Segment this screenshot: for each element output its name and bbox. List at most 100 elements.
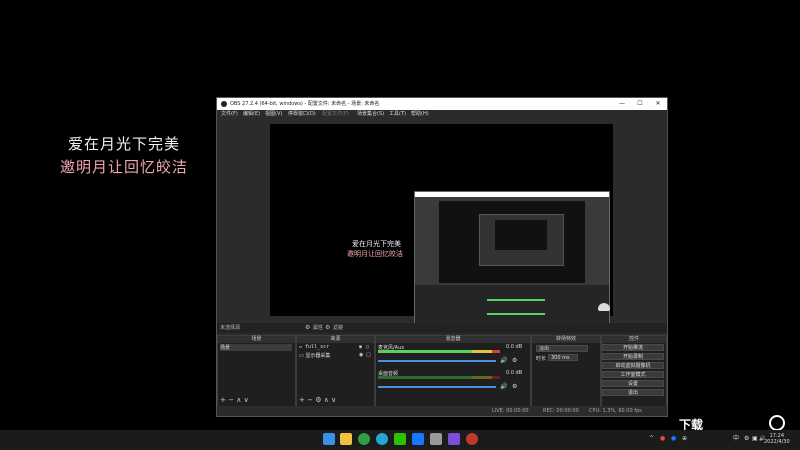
start-recording-button[interactable]: 开始录制 bbox=[602, 353, 664, 360]
tray-settings-icon[interactable]: ⚙ bbox=[744, 433, 749, 445]
menu-tools[interactable]: 工具(T) bbox=[389, 110, 406, 119]
preview-canvas[interactable]: 爱在月光下完美 邀明月让回忆皎洁 bbox=[270, 124, 613, 327]
nested-lyric-2: 邀明月让回忆皎洁 bbox=[347, 250, 403, 258]
nested-window-2 bbox=[479, 214, 564, 266]
menu-docks[interactable]: 停靠窗口(D) bbox=[288, 110, 316, 119]
transition-type-select[interactable]: 淡出 bbox=[536, 345, 588, 352]
chrome-icon[interactable] bbox=[358, 433, 370, 445]
clock-date: 2022/4/30 bbox=[764, 439, 790, 445]
visibility-eye-icon[interactable]: ◉ bbox=[359, 344, 362, 350]
nested-lyric-1: 爱在月光下完美 bbox=[352, 240, 401, 248]
nested-preview-2 bbox=[495, 220, 547, 250]
remove-source-button[interactable]: − bbox=[307, 396, 313, 404]
menu-edit[interactable]: 编辑(E) bbox=[243, 110, 260, 119]
start-virtual-camera-button[interactable]: 启动虚拟摄像机 bbox=[602, 362, 664, 369]
scene-item[interactable]: 场景 bbox=[220, 344, 292, 351]
mic-volume-slider[interactable] bbox=[378, 360, 496, 362]
menu-profile[interactable]: 配置文件(P) bbox=[322, 110, 349, 119]
media-app-icon[interactable] bbox=[448, 433, 460, 445]
source-item-display-capture[interactable]: ▭ 显示器采集 ◉ ▢ bbox=[299, 352, 371, 359]
obs-taskbar-icon[interactable] bbox=[466, 433, 478, 445]
wechat-icon[interactable] bbox=[394, 433, 406, 445]
desktop-settings-icon[interactable]: ⚙ bbox=[512, 383, 517, 390]
mixer-dock-title: 混音器 bbox=[376, 336, 530, 343]
qq-icon[interactable] bbox=[412, 433, 424, 445]
settings-button[interactable]: 设置 bbox=[602, 380, 664, 387]
sources-controls: + − ⚙ ∧ ∨ bbox=[299, 396, 336, 404]
lyric-line-1: 爱在月光下完美 bbox=[68, 135, 181, 153]
sources-dock-title: 来源 bbox=[297, 336, 374, 343]
tray-app-icon-2[interactable]: ● bbox=[671, 433, 676, 445]
nested-preview bbox=[439, 201, 585, 283]
controls-dock-title: 控件 bbox=[602, 336, 666, 343]
desktop-mute-icon[interactable]: 🔊 bbox=[500, 383, 507, 390]
lyric-line-2: 邀明月让回忆皎洁 bbox=[60, 158, 189, 176]
lock-icon[interactable]: ▢ bbox=[366, 352, 371, 358]
close-button[interactable]: ✕ bbox=[649, 98, 667, 110]
tray-network-app-icon[interactable]: ⊕ bbox=[682, 433, 687, 445]
audio-mixer-dock: 混音器 麦克风/Aux 0.0 dB 🔊 ⚙ 桌面音频 0.0 dB 🔊 ⚙ bbox=[375, 335, 531, 407]
source-item-full-scr[interactable]: ▭ full_scr ◉ ▢ bbox=[299, 344, 371, 350]
mixer-channel-desktop-db: 0.0 dB bbox=[506, 370, 523, 376]
menu-file[interactable]: 文件(F) bbox=[221, 110, 238, 119]
remove-scene-button[interactable]: − bbox=[228, 396, 234, 404]
visibility-eye-icon[interactable]: ◉ bbox=[359, 352, 363, 358]
nested-titlebar bbox=[415, 192, 609, 197]
window-titlebar: OBS 27.2.4 (64-bit, windows) - 配置文件: 未命名… bbox=[217, 98, 667, 110]
sources-dock: 来源 ▭ full_scr ◉ ▢ ▭ 显示器采集 ◉ ▢ + − ⚙ ∧ ∨ bbox=[296, 335, 375, 407]
lock-icon[interactable]: ▢ bbox=[366, 344, 369, 350]
minimize-button[interactable]: — bbox=[613, 98, 631, 110]
move-source-up-button[interactable]: ∧ bbox=[324, 396, 329, 404]
system-clock[interactable]: 17:24 2022/4/30 bbox=[764, 433, 790, 445]
cpu-status: CPU: 1.3%, 60.00 fps bbox=[589, 408, 642, 414]
add-scene-button[interactable]: + bbox=[220, 396, 226, 404]
nested-meter-1 bbox=[487, 299, 545, 301]
add-source-button[interactable]: + bbox=[299, 396, 305, 404]
watermark-logo-icon bbox=[769, 415, 785, 431]
move-source-down-button[interactable]: ∨ bbox=[331, 396, 336, 404]
filters-button[interactable]: 滤镜 bbox=[333, 323, 343, 333]
tray-overflow-icon[interactable]: ^ bbox=[649, 433, 654, 445]
menu-scene-collection[interactable]: 场景集合(S) bbox=[357, 110, 384, 119]
tray-display-icon[interactable]: ▣ bbox=[752, 433, 758, 445]
source-label: full_scr bbox=[305, 344, 330, 350]
desktop-meter-green bbox=[378, 376, 472, 379]
mic-mute-icon[interactable]: 🔊 bbox=[500, 357, 507, 364]
nested-capture: 爱在月光下完美 邀明月让回忆皎洁 bbox=[347, 191, 610, 327]
status-bar: LIVE: 00:00:00 REC: 00:00:00 CPU: 1.3%, … bbox=[217, 406, 667, 416]
exit-button[interactable]: 退出 bbox=[602, 389, 664, 396]
studio-mode-button[interactable]: 工作室模式 bbox=[602, 371, 664, 378]
obs-logo-icon bbox=[221, 101, 227, 107]
source-toolbar: 未选择源 ⚙ 属性 ⚙ 滤镜 bbox=[217, 323, 667, 333]
move-scene-down-button[interactable]: ∨ bbox=[244, 396, 249, 404]
scenes-dock-title: 场景 bbox=[218, 336, 295, 343]
obs-window: OBS 27.2.4 (64-bit, windows) - 配置文件: 未命名… bbox=[216, 97, 668, 417]
file-explorer-icon[interactable] bbox=[340, 433, 352, 445]
start-icon[interactable] bbox=[323, 433, 335, 445]
menu-help[interactable]: 帮助(H) bbox=[411, 110, 429, 119]
taskbar: ^ ● ● ⊕ 中 ⚙ ▣ 🔊 17:24 2022/4/30 bbox=[0, 430, 800, 450]
move-scene-up-button[interactable]: ∧ bbox=[236, 396, 241, 404]
duration-input[interactable]: 300 ms bbox=[548, 354, 578, 361]
desktop-meter-yellow bbox=[472, 376, 492, 379]
tray-app-icon-1[interactable]: ● bbox=[660, 433, 665, 445]
menu-view[interactable]: 视图(V) bbox=[265, 110, 282, 119]
window-title: OBS 27.2.4 (64-bit, windows) - 配置文件: 未命名… bbox=[230, 101, 380, 107]
edge-icon[interactable] bbox=[376, 433, 388, 445]
source-label: 显示器采集 bbox=[305, 353, 331, 359]
mic-settings-icon[interactable]: ⚙ bbox=[512, 357, 517, 364]
rec-status: REC: 00:00:00 bbox=[543, 408, 579, 414]
maximize-button[interactable]: ☐ bbox=[631, 98, 649, 110]
properties-button[interactable]: 属性 bbox=[313, 323, 323, 333]
transitions-dock-title: 转场特效 bbox=[532, 336, 600, 343]
mic-meter-red bbox=[492, 350, 500, 353]
scenes-controls: + − ∧ ∨ bbox=[220, 396, 249, 404]
start-streaming-button[interactable]: 开始推流 bbox=[602, 344, 664, 351]
input-method-icon[interactable]: 中 bbox=[733, 433, 739, 445]
source-properties-button[interactable]: ⚙ bbox=[315, 396, 321, 404]
desktop-volume-slider[interactable] bbox=[378, 386, 496, 388]
filters-icon[interactable]: ⚙ bbox=[325, 323, 330, 333]
menu-bar: 文件(F) 编辑(E) 视图(V) 停靠窗口(D) 配置文件(P) 场景集合(S… bbox=[217, 110, 667, 119]
app-icon[interactable] bbox=[430, 433, 442, 445]
properties-icon[interactable]: ⚙ bbox=[305, 323, 310, 333]
